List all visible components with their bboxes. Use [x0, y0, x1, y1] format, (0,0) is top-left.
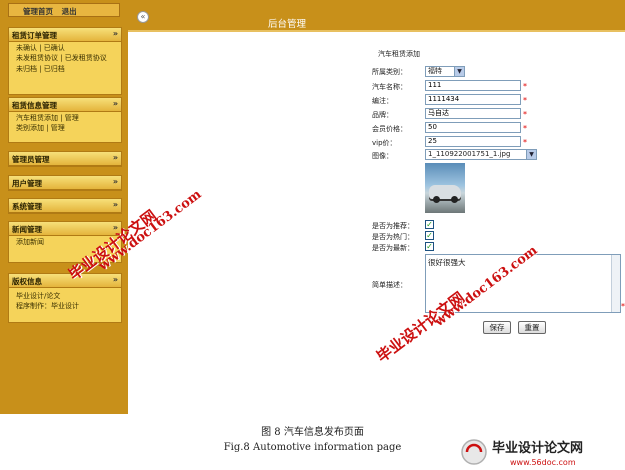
category-value: 福特 [428, 67, 442, 75]
logo-url: www.56doc.com [510, 458, 576, 467]
page-title: 后台管理 [268, 19, 307, 30]
reset-button[interactable]: 重置 [518, 321, 546, 334]
new-label: 是否为最新： [372, 244, 414, 252]
required-mark: * [523, 96, 527, 105]
panel-header[interactable]: 租赁订单管理 » [9, 28, 121, 42]
sidebar-top-links: 管理首页 退出 [8, 3, 120, 17]
save-button[interactable]: 保存 [483, 321, 511, 334]
brand-label: 品牌： [372, 111, 393, 119]
hot-label: 是否为热门： [372, 233, 414, 241]
chevron-down-icon[interactable]: » [113, 99, 118, 108]
top-divider [128, 30, 625, 32]
name-field[interactable]: 111 [425, 80, 521, 91]
hot-checkbox[interactable]: ✓ [425, 231, 434, 240]
name-label: 汽车名称： [372, 83, 407, 91]
sidebar-item-agreement[interactable]: 未发租赁协议 | 已发租赁协议 [16, 54, 122, 64]
sidebar: 管理首页 退出 租赁订单管理 » 未确认 | 已确认 未发租赁协议 | 已发租赁… [0, 0, 128, 414]
panel-title: 系统管理 [12, 202, 42, 211]
wheel-shape [433, 196, 440, 203]
sidebar-item-confirm[interactable]: 未确认 | 已确认 [16, 44, 117, 54]
panel-users: 用户管理 » [8, 175, 122, 191]
new-checkbox[interactable]: ✓ [425, 242, 434, 251]
panel-title: 管理员管理 [12, 155, 50, 164]
member-price-field[interactable]: 50 [425, 122, 521, 133]
panel-title: 新闻管理 [12, 225, 42, 234]
panel-header[interactable]: 系统管理 » [9, 199, 121, 213]
panel-header[interactable]: 版权信息 » [9, 274, 121, 288]
recommend-label: 是否为推荐： [372, 222, 414, 230]
required-mark: * [621, 302, 625, 311]
chevron-down-icon[interactable]: » [113, 177, 118, 186]
panel-header[interactable]: 新闻管理 » [9, 222, 121, 236]
author-line: 程序制作：毕业设计 [16, 301, 79, 310]
car-thumbnail [425, 163, 465, 213]
image-select[interactable]: 1_110922001751_1.jpg ▼ [425, 149, 537, 160]
panel-header[interactable]: 租赁信息管理 » [9, 98, 121, 112]
description-value: 很好很强大 [428, 258, 466, 267]
vip-price-label: vip价： [372, 139, 397, 147]
required-mark: * [523, 82, 527, 91]
panel-title: 租赁订单管理 [12, 31, 57, 40]
panel-admin: 管理员管理 » [8, 151, 122, 167]
site-logo: 毕业设计论文网 www.56doc.com [461, 439, 583, 467]
code-field[interactable]: 1111434 [425, 94, 521, 105]
required-mark: * [523, 110, 527, 119]
chevron-down-icon[interactable]: » [113, 153, 118, 162]
wheel-shape [451, 196, 458, 203]
copyright-line: 毕业设计/论文 [16, 292, 61, 300]
chevron-down-icon[interactable]: ▼ [526, 150, 536, 159]
panel-rental-orders: 租赁订单管理 » 未确认 | 已确认 未发租赁协议 | 已发租赁协议 未归档 |… [8, 27, 122, 95]
required-mark: * [523, 124, 527, 133]
image-value: 1_110922001751_1.jpg [428, 150, 511, 158]
chevron-down-icon[interactable]: » [113, 29, 118, 38]
panel-title: 用户管理 [12, 179, 42, 188]
chevron-down-icon[interactable]: ▼ [454, 67, 464, 76]
sidebar-item-category-add[interactable]: 类别添加 | 管理 [16, 124, 117, 134]
logout-link[interactable]: 退出 [62, 7, 77, 16]
form-title: 汽车租赁添加 [378, 50, 420, 58]
recommend-checkbox[interactable]: ✓ [425, 220, 434, 229]
description-label: 简单描述： [372, 281, 407, 289]
panel-copyright: 版权信息 » 毕业设计/论文 程序制作：毕业设计 [8, 273, 122, 323]
scrollbar[interactable] [611, 255, 620, 312]
panel-header[interactable]: 用户管理 » [9, 176, 121, 190]
logo-text: 毕业设计论文网 [492, 440, 583, 456]
sidebar-item-archive[interactable]: 未归档 | 已归档 [16, 65, 117, 75]
watermark-text: 毕业设计论文网 [373, 288, 468, 366]
top-bar [128, 0, 625, 30]
code-label: 编注： [372, 97, 393, 105]
panel-title: 租赁信息管理 [12, 101, 57, 110]
logo-circle-shape [461, 439, 487, 465]
collapse-icon[interactable]: « [137, 11, 149, 23]
member-price-label: 会员价格： [372, 125, 407, 133]
panel-rental-info: 租赁信息管理 » 汽车租赁添加 | 管理 类别添加 | 管理 [8, 97, 122, 143]
sidebar-item-rental-add[interactable]: 汽车租赁添加 | 管理 [16, 114, 117, 124]
vip-price-field[interactable]: 25 [425, 136, 521, 147]
required-mark: * [523, 138, 527, 147]
home-link[interactable]: 管理首页 [23, 7, 53, 16]
chevron-down-icon[interactable]: » [113, 200, 118, 209]
category-label: 所属类别： [372, 68, 407, 76]
panel-header[interactable]: 管理员管理 » [9, 152, 121, 166]
chevron-down-icon[interactable]: » [113, 275, 118, 284]
brand-field[interactable]: 马自达 [425, 108, 521, 119]
category-select[interactable]: 福特 ▼ [425, 66, 465, 77]
panel-title: 版权信息 [12, 277, 42, 286]
image-label: 图像： [372, 152, 393, 160]
panel-system: 系统管理 » [8, 198, 122, 214]
